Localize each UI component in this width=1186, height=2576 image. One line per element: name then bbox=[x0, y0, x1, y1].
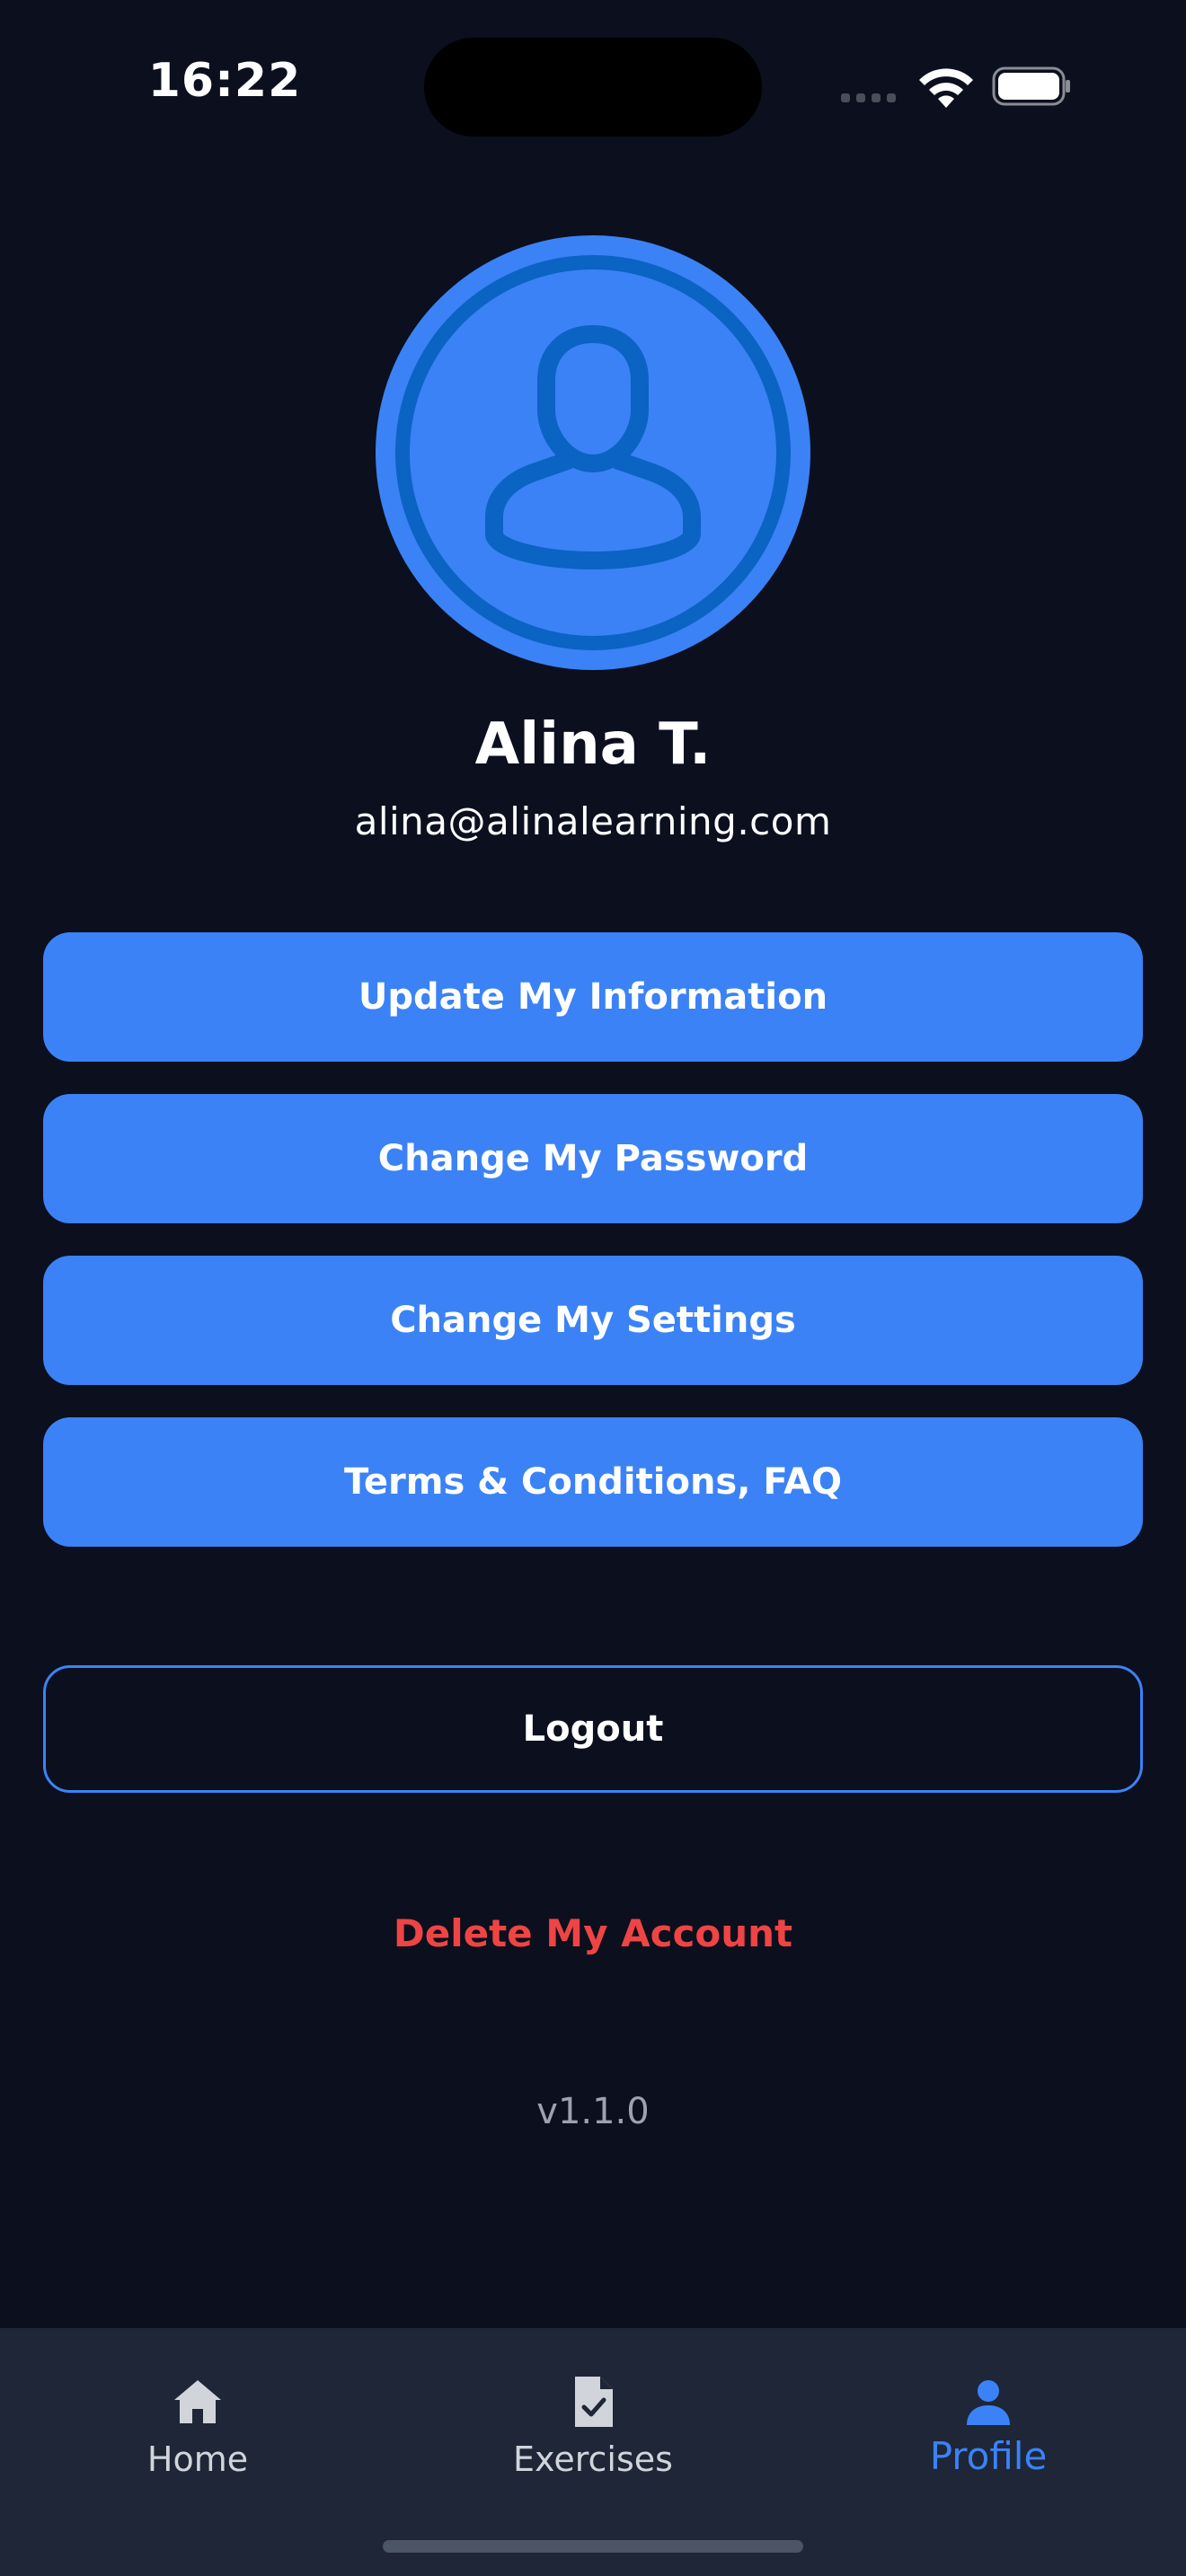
tab-home-label: Home bbox=[146, 2439, 249, 2479]
change-password-button[interactable]: Change My Password bbox=[43, 1094, 1143, 1223]
checked-document-icon bbox=[575, 2377, 613, 2427]
status-time: 16:22 bbox=[147, 54, 302, 108]
user-email: alina@alinalearning.com bbox=[354, 799, 832, 843]
tab-exercises[interactable]: Exercises bbox=[395, 2328, 791, 2508]
wifi-icon bbox=[919, 68, 973, 108]
battery-icon bbox=[992, 66, 1070, 106]
tab-home[interactable]: Home bbox=[0, 2328, 395, 2508]
tab-profile-label: Profile bbox=[929, 2434, 1048, 2478]
user-icon bbox=[485, 325, 701, 569]
change-settings-button[interactable]: Change My Settings bbox=[43, 1256, 1143, 1385]
delete-account-link[interactable]: Delete My Account bbox=[0, 1911, 1186, 1955]
tab-exercises-label: Exercises bbox=[513, 2439, 673, 2479]
update-information-button[interactable]: Update My Information bbox=[43, 932, 1143, 1062]
user-name: Alina T. bbox=[474, 711, 712, 778]
dynamic-island bbox=[424, 38, 762, 137]
profile-menu: Update My Information Change My Password… bbox=[43, 932, 1143, 1579]
status-bar: 16:22 bbox=[0, 0, 1186, 162]
tab-bar: Home Exercises Profile bbox=[0, 2328, 1186, 2576]
logout-button[interactable]: Logout bbox=[43, 1665, 1143, 1793]
home-icon bbox=[174, 2380, 221, 2423]
tab-profile[interactable]: Profile bbox=[791, 2328, 1186, 2508]
user-icon bbox=[967, 2380, 1010, 2425]
cellular-signal-icon bbox=[841, 93, 896, 102]
terms-faq-button[interactable]: Terms & Conditions, FAQ bbox=[43, 1417, 1143, 1547]
avatar[interactable] bbox=[376, 235, 810, 670]
app-version: v1.1.0 bbox=[536, 2091, 650, 2132]
home-indicator[interactable] bbox=[383, 2540, 803, 2553]
